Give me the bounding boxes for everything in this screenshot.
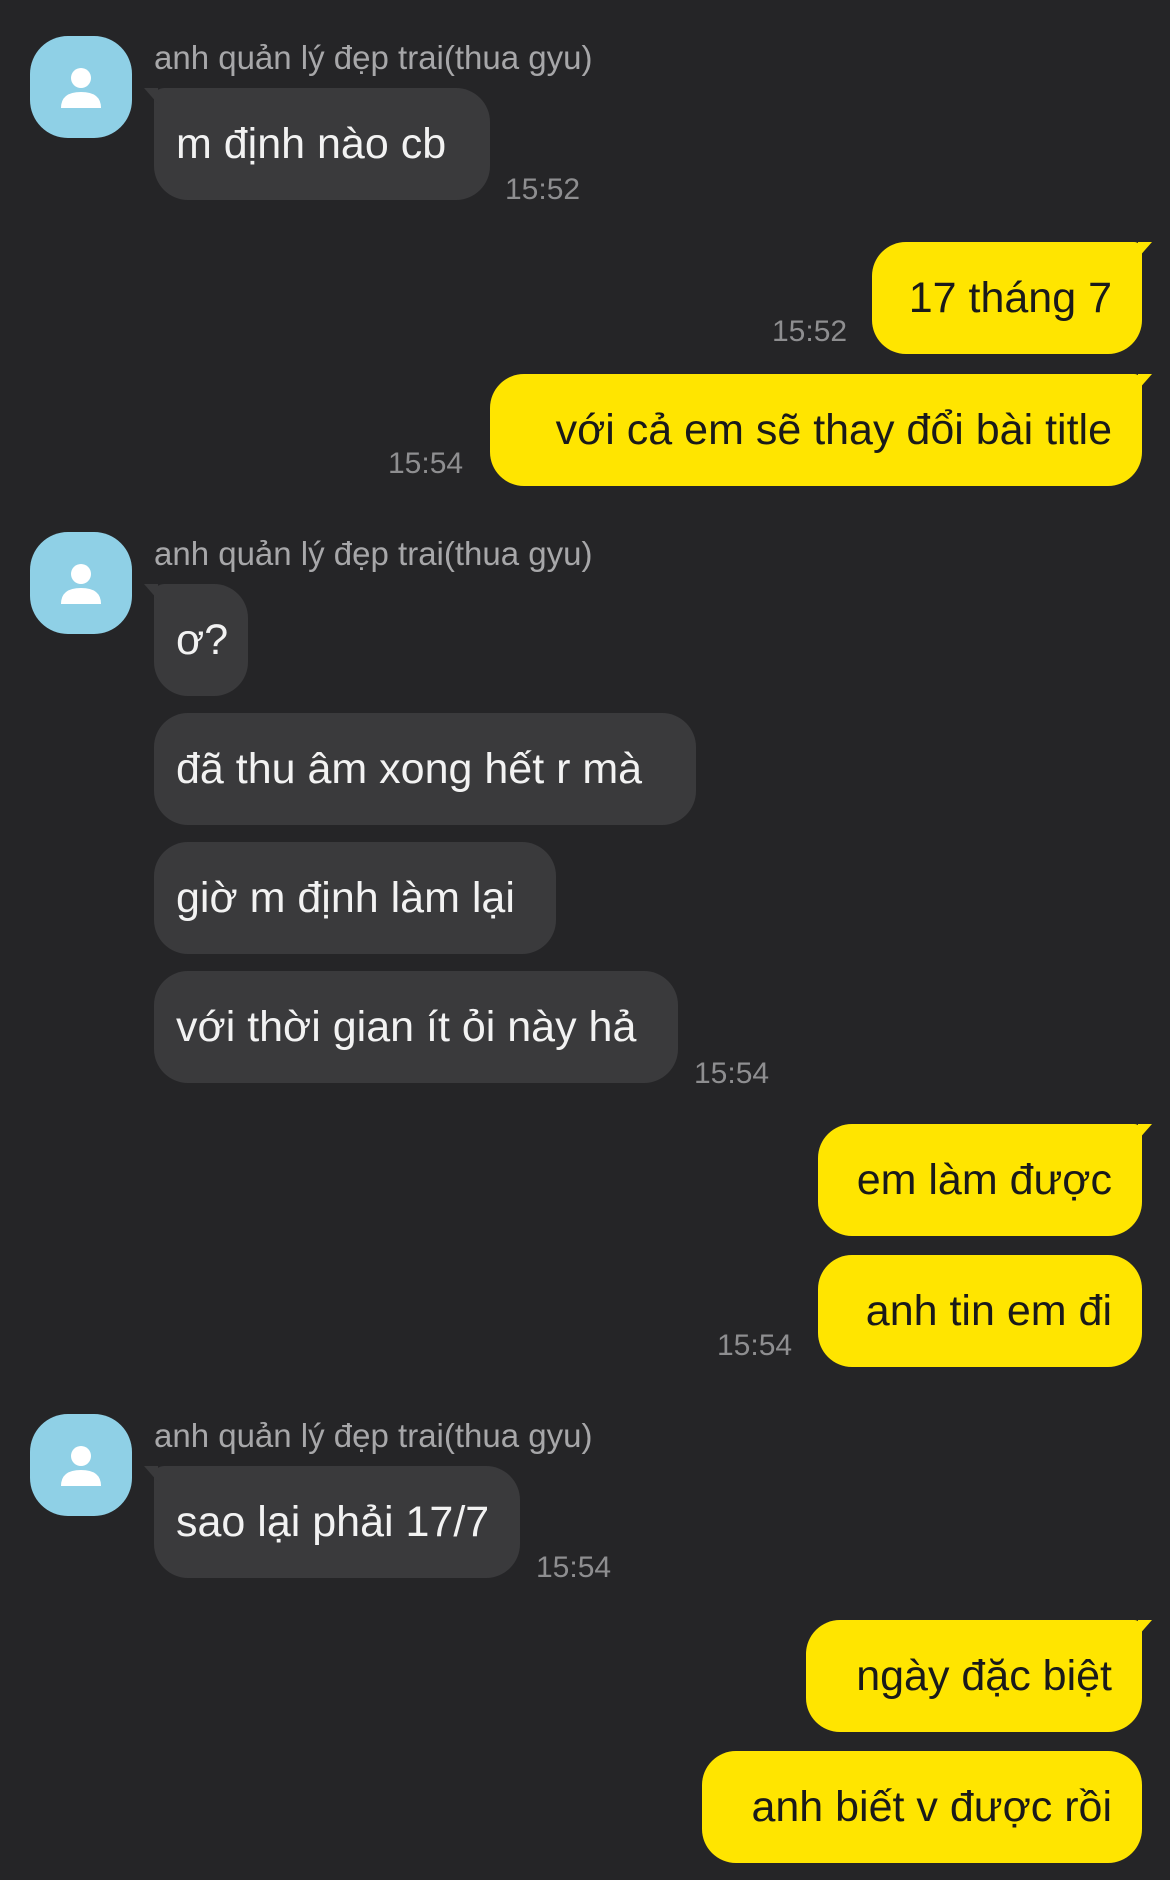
message-bubble[interactable]: ơ? — [144, 584, 248, 696]
message-time: 15:54 — [536, 1551, 612, 1584]
message-bubble[interactable]: đã thu âm xong hết r mà — [154, 713, 696, 825]
message-bubble[interactable]: 17 tháng 7 — [872, 242, 1152, 354]
message-time: 15:54 — [717, 1329, 793, 1362]
message-bubble[interactable]: giờ m định làm lại — [154, 842, 556, 954]
contact-avatar[interactable] — [30, 532, 132, 634]
person-icon — [61, 68, 101, 108]
person-icon — [61, 564, 101, 604]
message-bubble[interactable]: ngày đặc biệt — [806, 1620, 1152, 1732]
contact-avatar[interactable] — [30, 36, 132, 138]
message-bubble[interactable]: anh tin em đi — [818, 1255, 1142, 1367]
sender-name: anh quản lý đẹp trai(thua gyu) — [154, 535, 593, 572]
message-bubble[interactable]: với cả em sẽ thay đổi bài title — [490, 374, 1152, 486]
message-bubble[interactable]: sao lại phải 17/7 — [144, 1466, 520, 1578]
sender-name: anh quản lý đẹp trai(thua gyu) — [154, 39, 593, 76]
message-bubble[interactable]: m định nào cb — [144, 88, 490, 200]
message-time: 15:54 — [694, 1057, 770, 1090]
contact-avatar[interactable] — [30, 1414, 132, 1516]
sender-name: anh quản lý đẹp trai(thua gyu) — [154, 1417, 593, 1454]
message-time: 15:54 — [388, 447, 464, 480]
message-time: 15:52 — [772, 315, 848, 348]
message-bubble[interactable]: em làm được — [818, 1124, 1152, 1236]
message-bubble[interactable]: anh biết v được rồi — [702, 1751, 1142, 1863]
message-time: 15:52 — [505, 173, 581, 206]
message-bubble[interactable]: với thời gian ít ỏi này hả — [154, 971, 678, 1083]
person-icon — [61, 1446, 101, 1486]
